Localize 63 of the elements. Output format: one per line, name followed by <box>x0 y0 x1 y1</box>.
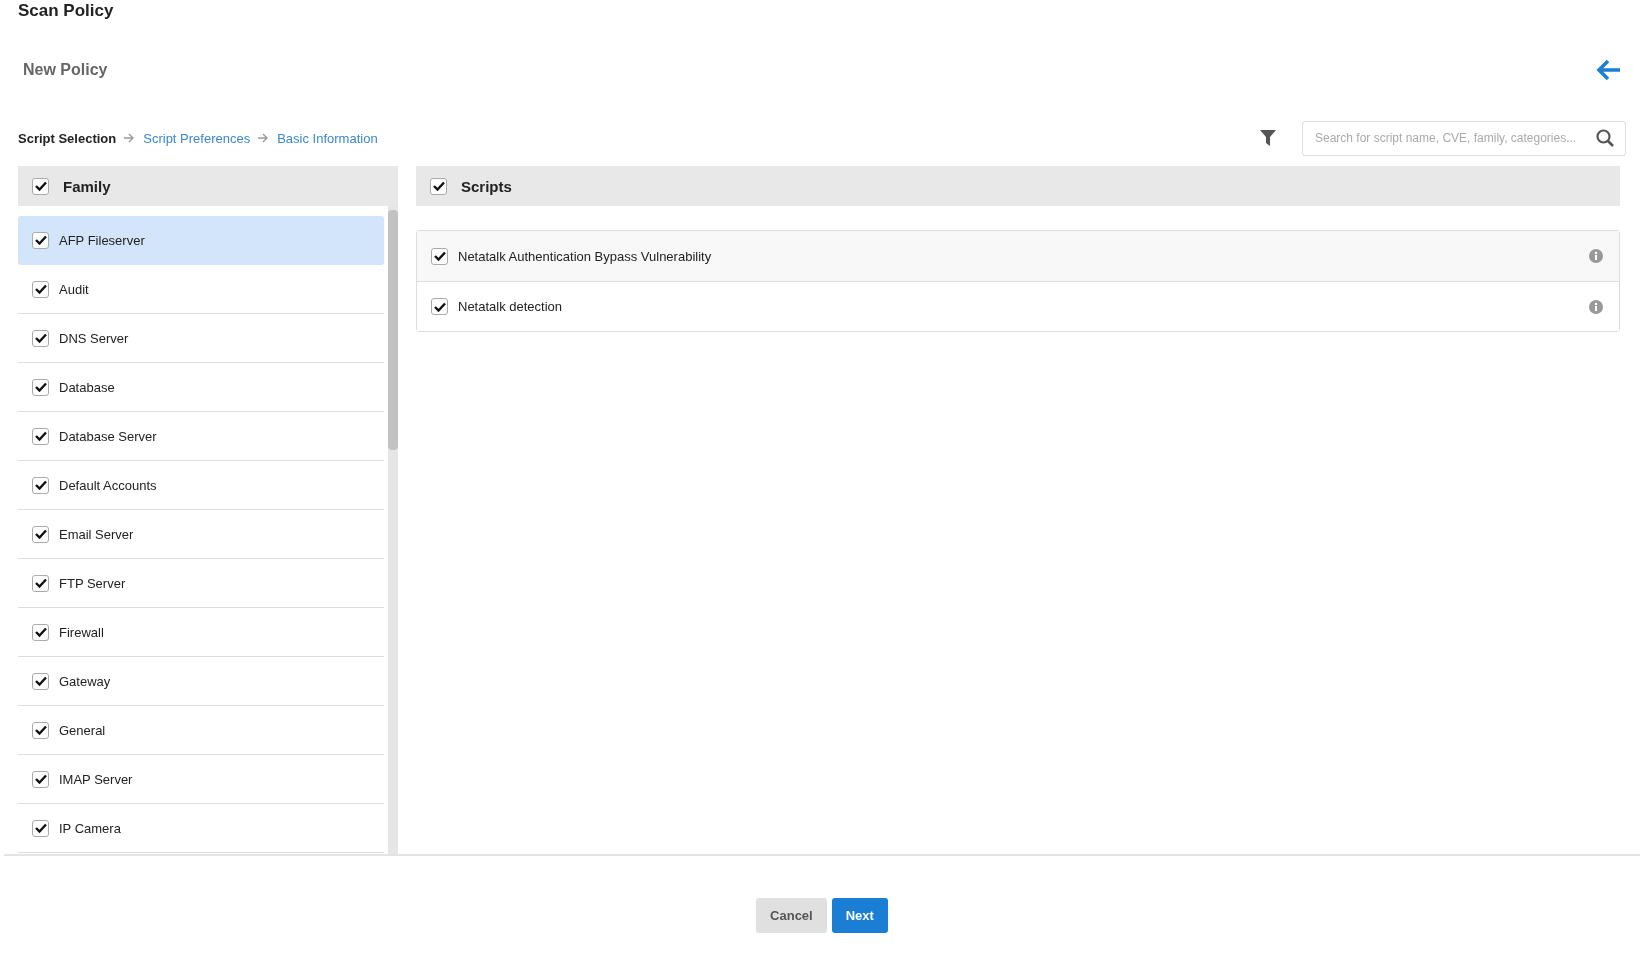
family-item[interactable]: Database Server <box>18 412 385 461</box>
family-item[interactable]: IP Camera <box>18 804 385 853</box>
checkbox[interactable] <box>32 280 49 298</box>
family-label: Firewall <box>59 624 104 640</box>
breadcrumb-step[interactable]: Script Preferences <box>143 130 251 146</box>
checkbox[interactable] <box>32 770 49 788</box>
family-label: IMAP Server <box>59 771 133 787</box>
checkbox[interactable] <box>32 672 49 690</box>
family-item[interactable]: Audit <box>18 265 385 314</box>
search-icon[interactable] <box>1596 128 1614 147</box>
checkbox[interactable] <box>431 298 448 315</box>
scripts-heading: Scripts <box>461 177 512 195</box>
family-label: FTP Server <box>59 575 126 591</box>
family-item[interactable]: FTP Server <box>18 559 385 608</box>
checkbox[interactable] <box>32 177 49 195</box>
family-label: Gateway <box>59 673 111 689</box>
policy-name: New Policy <box>22 61 108 79</box>
family-label: Database <box>59 379 115 395</box>
family-item[interactable]: DNS Server <box>18 314 385 363</box>
family-item[interactable]: General <box>18 706 385 755</box>
script-name: Netatalk detection <box>458 299 564 314</box>
cancel-button[interactable]: Cancel <box>756 898 827 933</box>
checkbox[interactable] <box>430 177 447 195</box>
checkbox[interactable] <box>431 247 448 265</box>
checkbox[interactable] <box>32 819 49 837</box>
family-item[interactable]: AFP Fileserver <box>18 216 385 265</box>
family-item[interactable]: Default Accounts <box>18 461 385 510</box>
checkbox[interactable] <box>32 378 49 396</box>
scrollbar-thumb[interactable] <box>388 210 398 450</box>
filter-icon[interactable] <box>1260 130 1276 146</box>
family-item[interactable]: Email Server <box>18 510 385 559</box>
family-label: Default Accounts <box>59 477 157 493</box>
breadcrumb-step[interactable]: Basic Information <box>277 130 378 146</box>
family-label: AFP Fileserver <box>59 232 145 248</box>
arrow-icon <box>258 133 270 143</box>
info-icon[interactable] <box>1589 299 1603 314</box>
family-label: DNS Server <box>59 330 129 346</box>
family-label: Email Server <box>59 526 134 542</box>
family-item[interactable]: Database <box>18 363 385 412</box>
family-item[interactable]: Firewall <box>18 608 385 657</box>
family-heading: Family <box>63 177 111 195</box>
page-title: Scan Policy <box>18 0 115 22</box>
checkbox[interactable] <box>32 721 49 739</box>
arrow-icon <box>124 133 136 143</box>
next-button[interactable]: Next <box>831 898 888 933</box>
checkbox[interactable] <box>32 623 49 641</box>
checkbox[interactable] <box>32 525 49 543</box>
breadcrumb-step[interactable]: Script Selection <box>18 130 117 146</box>
family-label: IP Camera <box>59 820 121 836</box>
search-field[interactable]: Search for script name, CVE, family, categories... <box>1302 120 1626 156</box>
family-item[interactable]: Gateway <box>18 657 385 706</box>
family-label: Database Server <box>59 428 157 444</box>
family-label: General <box>59 722 106 738</box>
checkbox[interactable] <box>32 574 49 592</box>
checkbox[interactable] <box>32 476 49 494</box>
info-icon[interactable] <box>1589 249 1603 263</box>
checkbox[interactable] <box>32 231 49 249</box>
family-item[interactable]: IMAP Server <box>18 755 385 804</box>
script-name: Netatalk Authentication Bypass Vulnerability <box>458 248 713 264</box>
family-label: Audit <box>59 281 89 297</box>
back-arrow-icon[interactable] <box>1596 58 1622 82</box>
checkbox[interactable] <box>32 329 49 347</box>
checkbox[interactable] <box>32 427 49 445</box>
